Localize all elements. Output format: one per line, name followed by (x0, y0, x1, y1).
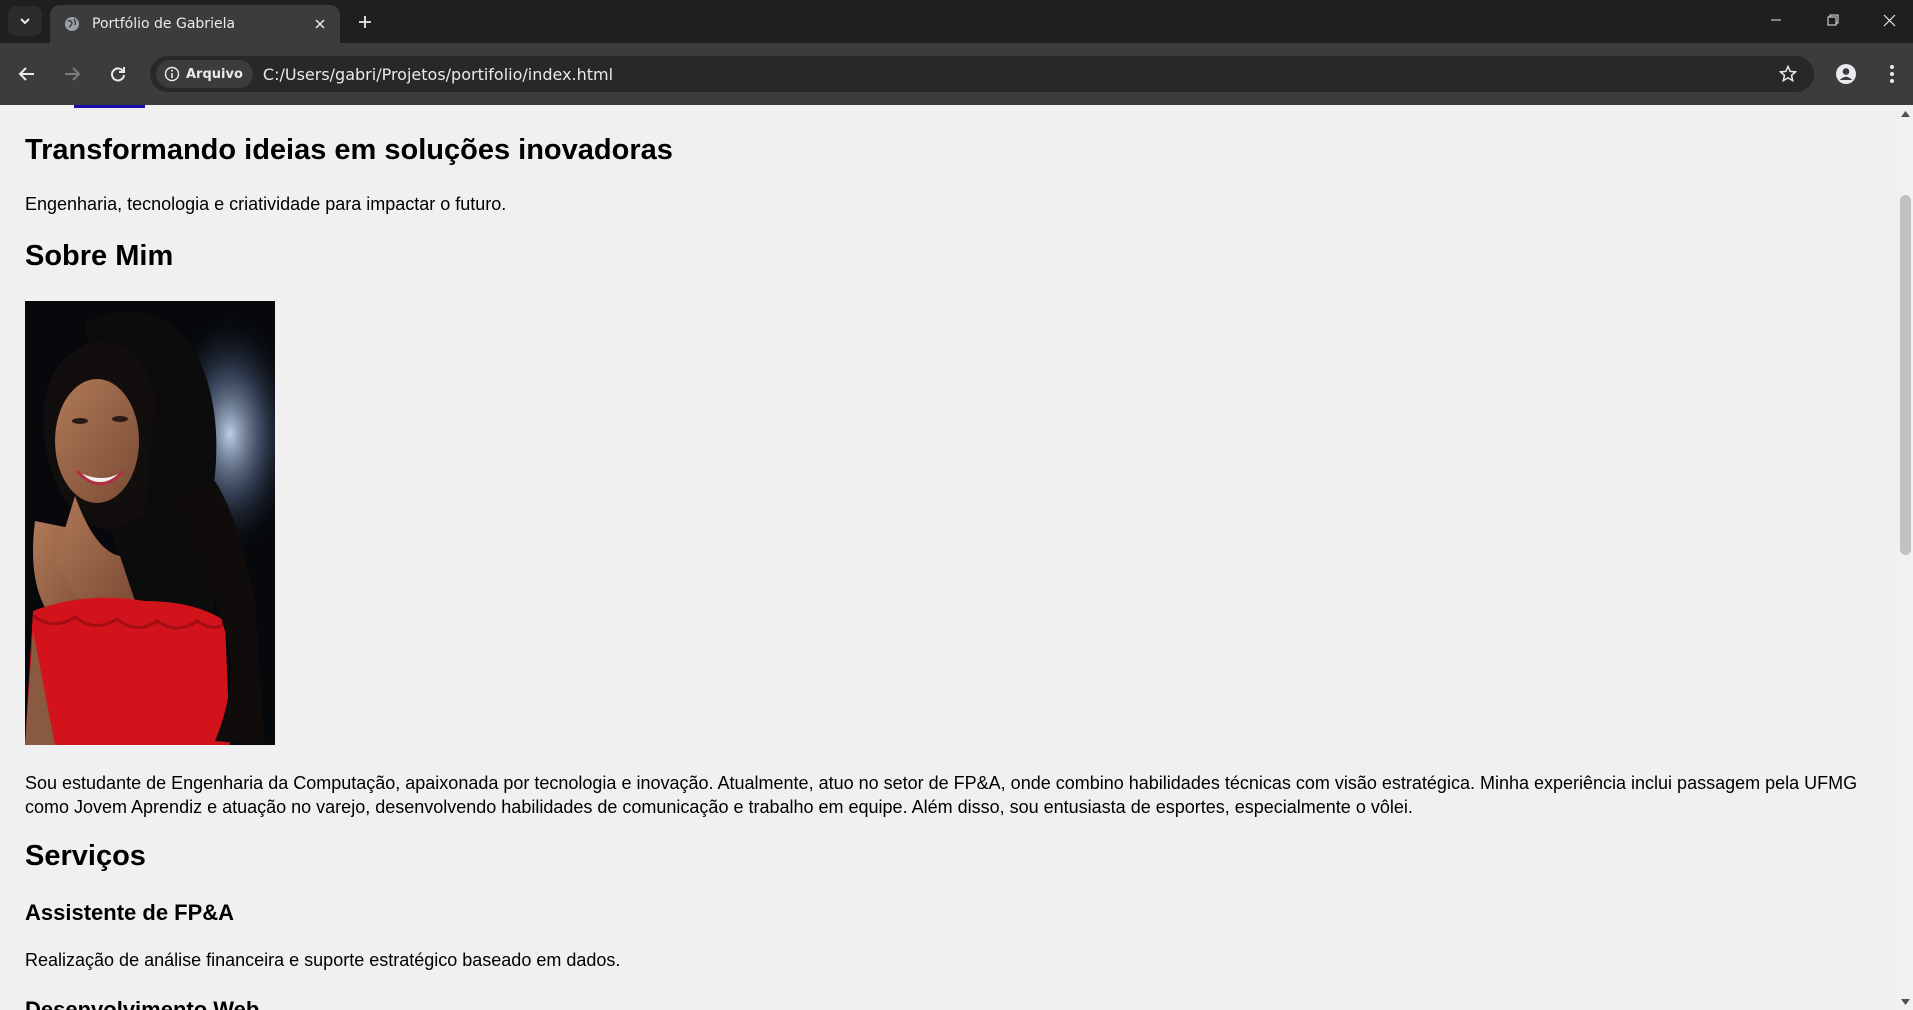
hero-subtitle: Engenharia, tecnologia e criatividade pa… (25, 194, 507, 214)
more-vertical-icon (1890, 65, 1894, 83)
plus-icon (359, 16, 371, 28)
new-tab-button[interactable] (352, 9, 378, 35)
person-icon (1836, 64, 1856, 84)
restore-icon (1827, 14, 1839, 26)
page-viewport: Transformando ideias em soluções inovado… (0, 105, 1898, 1010)
site-info-chip[interactable]: Arquivo (156, 60, 253, 88)
hero-title: Transformando ideias em soluções inovado… (25, 134, 673, 166)
site-chip-label: Arquivo (186, 66, 243, 82)
close-tab-icon[interactable] (310, 14, 330, 34)
service-description: Realização de análise financeira e supor… (25, 950, 621, 970)
close-window-button[interactable] (1861, 0, 1913, 40)
close-icon (1883, 14, 1895, 26)
nav-link-underline[interactable] (74, 105, 145, 108)
info-icon (164, 66, 180, 82)
scroll-up-arrow-icon[interactable] (1898, 105, 1913, 122)
minimize-icon (1771, 19, 1781, 21)
arrow-right-icon (65, 67, 81, 81)
browser-toolbar: Arquivo C:/Users/gabri/Projetos/portifol… (0, 43, 1913, 105)
address-bar[interactable]: Arquivo C:/Users/gabri/Projetos/portifol… (150, 56, 1814, 92)
tab-search-button[interactable] (8, 6, 42, 36)
forward-button[interactable] (57, 59, 87, 89)
about-heading: Sobre Mim (25, 240, 174, 272)
services-heading: Serviços (25, 840, 146, 872)
about-text: Sou estudante de Engenharia da Computaçã… (25, 773, 1858, 817)
page-scrollbar[interactable] (1898, 105, 1913, 1010)
service-title: Desenvolvimento Web (25, 997, 260, 1010)
arrow-left-icon (18, 67, 34, 81)
star-icon[interactable] (1774, 60, 1802, 88)
menu-button[interactable] (1877, 59, 1907, 89)
scroll-down-arrow-icon[interactable] (1898, 993, 1913, 1010)
service-title: Assistente de FP&A (25, 900, 235, 925)
restore-button[interactable] (1805, 0, 1861, 40)
reload-button[interactable] (103, 59, 133, 89)
profile-button[interactable] (1831, 59, 1861, 89)
tab-strip: Portfólio de Gabriela (0, 0, 1913, 43)
profile-photo (25, 301, 275, 745)
tab-title: Portfólio de Gabriela (92, 16, 236, 32)
reload-icon (111, 67, 125, 82)
minimize-button[interactable] (1748, 0, 1804, 40)
back-button[interactable] (12, 59, 42, 89)
url-text[interactable]: C:/Users/gabri/Projetos/portifolio/index… (263, 65, 1774, 84)
globe-icon (64, 16, 80, 32)
scrollbar-thumb[interactable] (1900, 195, 1911, 555)
browser-tab[interactable]: Portfólio de Gabriela (50, 5, 340, 43)
chevron-down-icon (20, 18, 30, 25)
